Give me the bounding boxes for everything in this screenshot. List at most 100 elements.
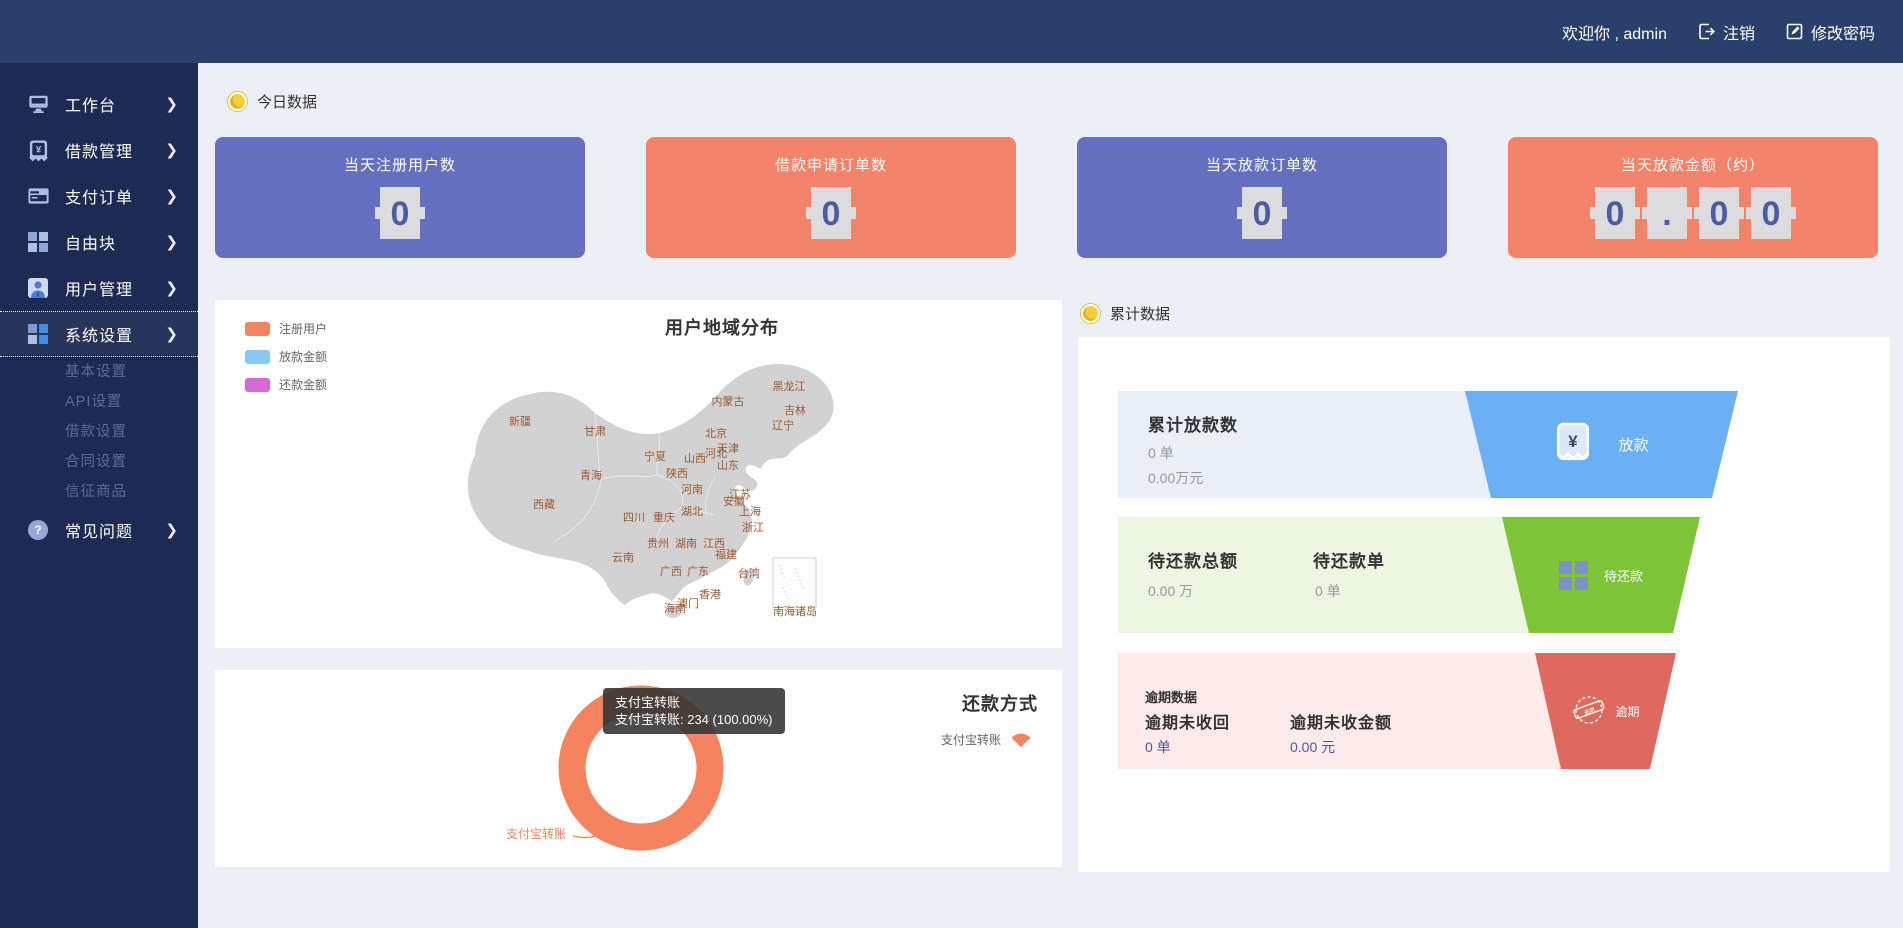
province-label: 广东 (687, 563, 709, 579)
province-label: 四川 (623, 509, 645, 525)
flip-digit: 0 (811, 187, 851, 239)
today-section-title: 今日数据 (257, 91, 317, 112)
province-label: 台湾 (738, 565, 760, 581)
submenu-item-system-settings-2[interactable]: 借款设置 (0, 417, 198, 447)
map-legend-item-2[interactable]: 还款金额 (245, 376, 327, 393)
map-legend-item-1[interactable]: 放款金额 (245, 348, 327, 365)
flip-digit: 0 (1751, 187, 1791, 239)
province-label: 广西 (660, 563, 682, 579)
province-label: 浙江 (742, 519, 764, 535)
submenu-item-system-settings-3[interactable]: 合同设置 (0, 447, 198, 477)
total-section-label: 累计数据 (1081, 303, 1170, 324)
pending-stage-label: 待还款 (1604, 566, 1643, 585)
sidebar-item-payment-orders[interactable]: 支付订单❯ (0, 173, 198, 219)
chevron-right-icon: ❯ (165, 95, 178, 113)
overdue-amount-title: 逾期未收金额 (1290, 709, 1392, 733)
submenu-item-system-settings-4[interactable]: 信征商品 (0, 477, 198, 507)
overdue-count-title: 逾期未收回 (1145, 709, 1230, 733)
donut-chart-title: 还款方式 (962, 690, 1038, 716)
loan-row-title: 累计放款数 (1148, 411, 1238, 436)
settings-grid-icon (26, 322, 50, 346)
chevron-right-icon: ❯ (165, 233, 178, 251)
loan-count-value: 0 单 (1148, 443, 1174, 463)
sidebar-item-free-blocks[interactable]: 自由块❯ (0, 219, 198, 265)
donut-legend-label: 支付宝转账 (941, 731, 1001, 748)
sidebar-item-user-management[interactable]: 用户管理❯ (0, 265, 198, 311)
sidebar: 工作台❯¥借款管理❯支付订单❯自由块❯用户管理❯系统设置❯基本设置API设置借款… (0, 63, 198, 928)
flip-digit: 0 (1242, 187, 1282, 239)
change-password-button[interactable]: 修改密码 (1785, 20, 1875, 44)
province-label: 山东 (717, 457, 739, 473)
welcome-label: 欢迎你 , admin (1562, 20, 1667, 44)
flip-digit: 0 (1595, 187, 1635, 239)
map-chart-title: 用户地域分布 (592, 314, 852, 340)
province-label: 内蒙古 (712, 393, 745, 409)
svg-text:¥: ¥ (1569, 432, 1579, 451)
fan-icon (1008, 730, 1034, 748)
province-label: 湖南 (675, 535, 697, 551)
stat-card-0: 当天注册用户数 0 (215, 137, 585, 258)
question-icon: ? (26, 518, 50, 542)
province-label: 北京 (705, 425, 727, 441)
province-label: 贵州 (647, 535, 669, 551)
stat-card-title: 当天注册用户数 (215, 137, 585, 175)
monitor-icon (26, 92, 50, 116)
pending-count-title: 待还款单 (1313, 547, 1385, 572)
chevron-right-icon: ❯ (165, 141, 178, 159)
province-label: 吉林 (784, 402, 806, 418)
legend-label: 放款金额 (279, 348, 327, 365)
sidebar-item-faq[interactable]: ?常见问题❯ (0, 507, 198, 553)
stat-card-value: 0 (1077, 187, 1447, 239)
province-label: 香港 (699, 586, 721, 602)
overdue-amount-value: 0.00 元 (1290, 737, 1335, 757)
sidebar-item-label: 常见问题 (65, 518, 165, 542)
welcome-text: 欢迎你 , admin (1562, 20, 1667, 44)
province-labels: 黑龙江内蒙古吉林辽宁新疆北京天津甘肃河北山西宁夏山东青海陕西河南江苏安徽上海西藏… (385, 355, 845, 635)
submenu-item-system-settings-1[interactable]: API设置 (0, 387, 198, 417)
province-label: 宁夏 (644, 448, 666, 464)
sidebar-item-system-settings[interactable]: 系统设置❯ (0, 311, 198, 357)
stat-card-title: 当天放款金额（约） (1508, 137, 1878, 175)
legend-label: 还款金额 (279, 376, 327, 393)
stamp-icon: 逾期 (1571, 692, 1607, 731)
sidebar-item-label: 支付订单 (65, 184, 165, 208)
sidebar-item-loan-management[interactable]: ¥借款管理❯ (0, 127, 198, 173)
province-label: 云南 (612, 549, 634, 565)
stat-card-title: 当天放款订单数 (1077, 137, 1447, 175)
payment-card-icon (26, 184, 50, 208)
sidebar-item-workbench[interactable]: 工作台❯ (0, 81, 198, 127)
overdue-stage-label: 逾期 (1615, 703, 1639, 720)
loan-funnel-stage: ¥ 放款 (1465, 391, 1738, 498)
today-section-label: 今日数据 (228, 91, 317, 112)
stat-card-value: 0 (215, 187, 585, 239)
province-label: 西藏 (533, 496, 555, 512)
legend-swatch (245, 378, 270, 392)
coin-icon (1081, 304, 1100, 323)
province-label: 黑龙江 (773, 378, 806, 394)
change-password-label: 修改密码 (1811, 20, 1875, 44)
donut-slice-label: 支付宝转账 (506, 825, 566, 842)
map-legend-item-0[interactable]: 注册用户 (245, 320, 327, 337)
stat-card-value: 0 (646, 187, 1016, 239)
pending-funnel-stage: 待还款 (1502, 517, 1700, 633)
stat-card-value: 0.00 (1508, 187, 1878, 239)
submenu-item-system-settings-0[interactable]: 基本设置 (0, 357, 198, 387)
donut-legend-item[interactable]: 支付宝转账 (941, 730, 1034, 748)
logout-button[interactable]: 注销 (1697, 20, 1755, 44)
main-content: 今日数据 当天注册用户数 0 借款申请订单数 0 当天放款订单数 0 当天放款金额（约） 0.… (198, 63, 1903, 928)
stat-card-title: 借款申请订单数 (646, 137, 1016, 175)
loan-stage-label: 放款 (1618, 434, 1648, 455)
tooltip-value: 支付宝转账: 234 (100.00%) (615, 711, 773, 728)
overdue-header: 逾期数据 (1145, 687, 1197, 706)
legend-swatch (245, 350, 270, 364)
svg-text:¥: ¥ (35, 144, 41, 155)
province-label: 新疆 (509, 413, 531, 429)
flip-digit: 0 (1699, 187, 1739, 239)
china-map-chart[interactable]: 黑龙江内蒙古吉林辽宁新疆北京天津甘肃河北山西宁夏山东青海陕西河南江苏安徽上海西藏… (385, 355, 845, 635)
sidebar-item-label: 工作台 (65, 92, 165, 116)
repayment-method-panel: 还款方式 支付宝转账 支付宝转账 支付宝转账: 234 (100.00%) 支付… (215, 670, 1062, 867)
logout-icon (1697, 22, 1716, 41)
tooltip-series-name: 支付宝转账 (615, 694, 773, 711)
funnel-row-pending: 待还款总额 0.00 万 待还款单 0 单 待还款 (1118, 517, 1850, 633)
stat-cards-row: 当天注册用户数 0 借款申请订单数 0 当天放款订单数 0 当天放款金额（约） 0.00 (215, 137, 1878, 258)
